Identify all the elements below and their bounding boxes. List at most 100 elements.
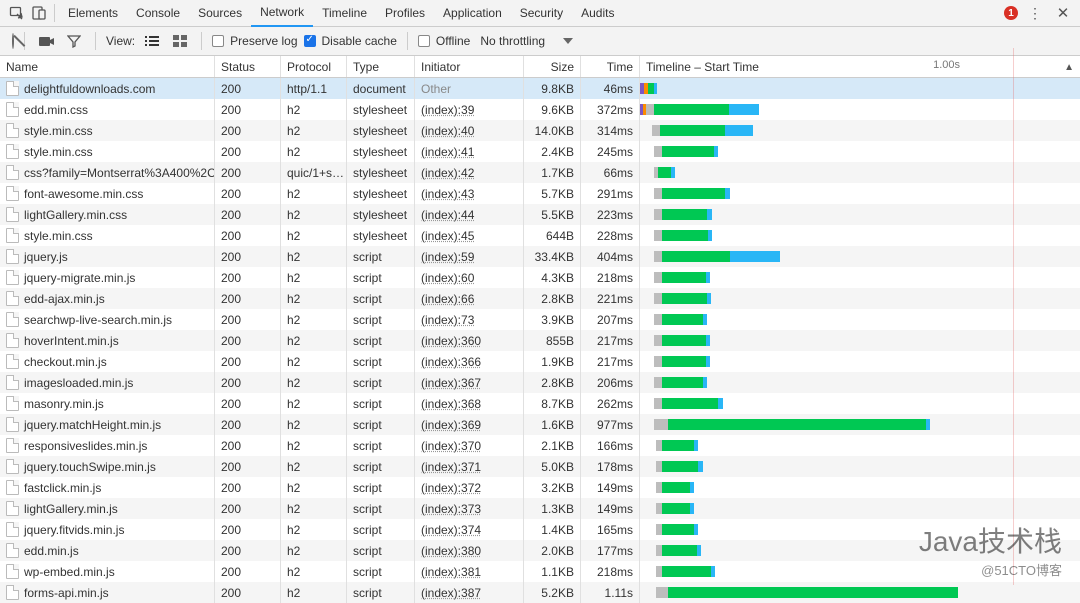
cell-name[interactable]: forms-api.min.js xyxy=(0,582,215,603)
tab-timeline[interactable]: Timeline xyxy=(313,0,376,27)
cell-name[interactable]: edd.min.js xyxy=(0,540,215,561)
table-row[interactable]: jquery.touchSwipe.min.js200h2script(inde… xyxy=(0,456,1080,477)
initiator-link[interactable]: (index):66 xyxy=(421,292,474,306)
table-row[interactable]: searchwp-live-search.min.js200h2script(i… xyxy=(0,309,1080,330)
throttling-select[interactable]: No throttling xyxy=(480,34,545,48)
table-row[interactable]: style.min.css200h2stylesheet(index):4014… xyxy=(0,120,1080,141)
initiator-link[interactable]: (index):381 xyxy=(421,565,481,579)
table-row[interactable]: masonry.min.js200h2script(index):3688.7K… xyxy=(0,393,1080,414)
table-row[interactable]: forms-api.min.js200h2script(index):3875.… xyxy=(0,582,1080,603)
table-row[interactable]: delightfuldownloads.com200http/1.1docume… xyxy=(0,78,1080,99)
table-row[interactable]: lightGallery.min.js200h2script(index):37… xyxy=(0,498,1080,519)
col-name[interactable]: Name xyxy=(0,56,215,77)
initiator-link[interactable]: (index):373 xyxy=(421,502,481,516)
inspect-icon[interactable] xyxy=(6,3,28,23)
cell-name[interactable]: edd.min.css xyxy=(0,99,215,120)
col-size[interactable]: Size xyxy=(524,56,581,77)
initiator-link[interactable]: (index):44 xyxy=(421,208,474,222)
cell-name[interactable]: imagesloaded.min.js xyxy=(0,372,215,393)
cell-name[interactable]: checkout.min.js xyxy=(0,351,215,372)
cell-name[interactable]: font-awesome.min.css xyxy=(0,183,215,204)
device-toggle-icon[interactable] xyxy=(28,3,50,23)
table-row[interactable]: style.min.css200h2stylesheet(index):412.… xyxy=(0,141,1080,162)
table-row[interactable]: imagesloaded.min.js200h2script(index):36… xyxy=(0,372,1080,393)
tab-application[interactable]: Application xyxy=(434,0,511,27)
initiator-link[interactable]: (index):371 xyxy=(421,460,481,474)
initiator-link[interactable]: (index):42 xyxy=(421,166,474,180)
initiator-link[interactable]: (index):60 xyxy=(421,271,474,285)
col-status[interactable]: Status xyxy=(215,56,281,77)
col-initiator[interactable]: Initiator xyxy=(415,56,524,77)
cell-name[interactable]: jquery.js xyxy=(0,246,215,267)
cell-name[interactable]: jquery.touchSwipe.min.js xyxy=(0,456,215,477)
filter-icon[interactable] xyxy=(63,31,85,51)
tab-elements[interactable]: Elements xyxy=(59,0,127,27)
tab-audits[interactable]: Audits xyxy=(572,0,623,27)
col-type[interactable]: Type xyxy=(347,56,415,77)
table-row[interactable]: hoverIntent.min.js200h2script(index):360… xyxy=(0,330,1080,351)
cell-name[interactable]: edd-ajax.min.js xyxy=(0,288,215,309)
table-row[interactable]: lightGallery.min.css200h2stylesheet(inde… xyxy=(0,204,1080,225)
cell-name[interactable]: jquery.matchHeight.min.js xyxy=(0,414,215,435)
initiator-link[interactable]: (index):380 xyxy=(421,544,481,558)
cell-name[interactable]: delightfuldownloads.com xyxy=(0,78,215,99)
grid-view-icon[interactable] xyxy=(169,31,191,51)
cell-name[interactable]: searchwp-live-search.min.js xyxy=(0,309,215,330)
kebab-menu-icon[interactable]: ⋮ xyxy=(1024,3,1046,23)
initiator-link[interactable]: (index):59 xyxy=(421,250,474,264)
initiator-link[interactable]: (index):367 xyxy=(421,376,481,390)
offline-checkbox[interactable] xyxy=(418,35,430,47)
table-row[interactable]: edd.min.js200h2script(index):3802.0KB177… xyxy=(0,540,1080,561)
cell-name[interactable]: responsiveslides.min.js xyxy=(0,435,215,456)
error-badge[interactable]: 1 xyxy=(1004,6,1018,20)
cell-name[interactable]: style.min.css xyxy=(0,225,215,246)
cell-name[interactable]: lightGallery.min.js xyxy=(0,498,215,519)
initiator-link[interactable]: (index):366 xyxy=(421,355,481,369)
table-row[interactable]: wp-embed.min.js200h2script(index):3811.1… xyxy=(0,561,1080,582)
table-row[interactable]: responsiveslides.min.js200h2script(index… xyxy=(0,435,1080,456)
table-row[interactable]: jquery.matchHeight.min.js200h2script(ind… xyxy=(0,414,1080,435)
cell-name[interactable]: lightGallery.min.css xyxy=(0,204,215,225)
table-row[interactable]: edd.min.css200h2stylesheet(index):399.6K… xyxy=(0,99,1080,120)
col-timeline[interactable]: Timeline – Start Time 1.00s ▲ xyxy=(640,56,1080,77)
initiator-link[interactable]: (index):387 xyxy=(421,586,481,600)
table-row[interactable]: css?family=Montserrat%3A400%2C…200quic/1… xyxy=(0,162,1080,183)
initiator-link[interactable]: (index):41 xyxy=(421,145,474,159)
close-icon[interactable]: ✕ xyxy=(1052,3,1074,23)
dropdown-icon[interactable] xyxy=(563,38,573,44)
camera-icon[interactable] xyxy=(35,31,57,51)
initiator-link[interactable]: (index):73 xyxy=(421,313,474,327)
initiator-link[interactable]: (index):43 xyxy=(421,187,474,201)
tab-profiles[interactable]: Profiles xyxy=(376,0,434,27)
initiator-link[interactable]: (index):370 xyxy=(421,439,481,453)
cell-name[interactable]: jquery-migrate.min.js xyxy=(0,267,215,288)
initiator-link[interactable]: (index):360 xyxy=(421,334,481,348)
col-time[interactable]: Time xyxy=(581,56,640,77)
cell-name[interactable]: masonry.min.js xyxy=(0,393,215,414)
table-row[interactable]: style.min.css200h2stylesheet(index):4564… xyxy=(0,225,1080,246)
preserve-log-checkbox[interactable] xyxy=(212,35,224,47)
clear-button[interactable] xyxy=(12,34,14,48)
initiator-link[interactable]: (index):368 xyxy=(421,397,481,411)
table-row[interactable]: checkout.min.js200h2script(index):3661.9… xyxy=(0,351,1080,372)
cell-name[interactable]: style.min.css xyxy=(0,120,215,141)
cell-name[interactable]: css?family=Montserrat%3A400%2C… xyxy=(0,162,215,183)
initiator-link[interactable]: (index):40 xyxy=(421,124,474,138)
initiator-link[interactable]: (index):369 xyxy=(421,418,481,432)
tab-network[interactable]: Network xyxy=(251,0,313,27)
tab-sources[interactable]: Sources xyxy=(189,0,251,27)
cell-name[interactable]: jquery.fitvids.min.js xyxy=(0,519,215,540)
tab-security[interactable]: Security xyxy=(511,0,572,27)
table-row[interactable]: jquery.js200h2script(index):5933.4KB404m… xyxy=(0,246,1080,267)
table-row[interactable]: edd-ajax.min.js200h2script(index):662.8K… xyxy=(0,288,1080,309)
initiator-link[interactable]: (index):45 xyxy=(421,229,474,243)
cell-name[interactable]: fastclick.min.js xyxy=(0,477,215,498)
initiator-link[interactable]: (index):372 xyxy=(421,481,481,495)
tab-console[interactable]: Console xyxy=(127,0,189,27)
col-protocol[interactable]: Protocol xyxy=(281,56,347,77)
initiator-link[interactable]: (index):39 xyxy=(421,103,474,117)
disable-cache-checkbox[interactable] xyxy=(304,35,316,47)
cell-name[interactable]: style.min.css xyxy=(0,141,215,162)
table-row[interactable]: jquery-migrate.min.js200h2script(index):… xyxy=(0,267,1080,288)
table-row[interactable]: jquery.fitvids.min.js200h2script(index):… xyxy=(0,519,1080,540)
